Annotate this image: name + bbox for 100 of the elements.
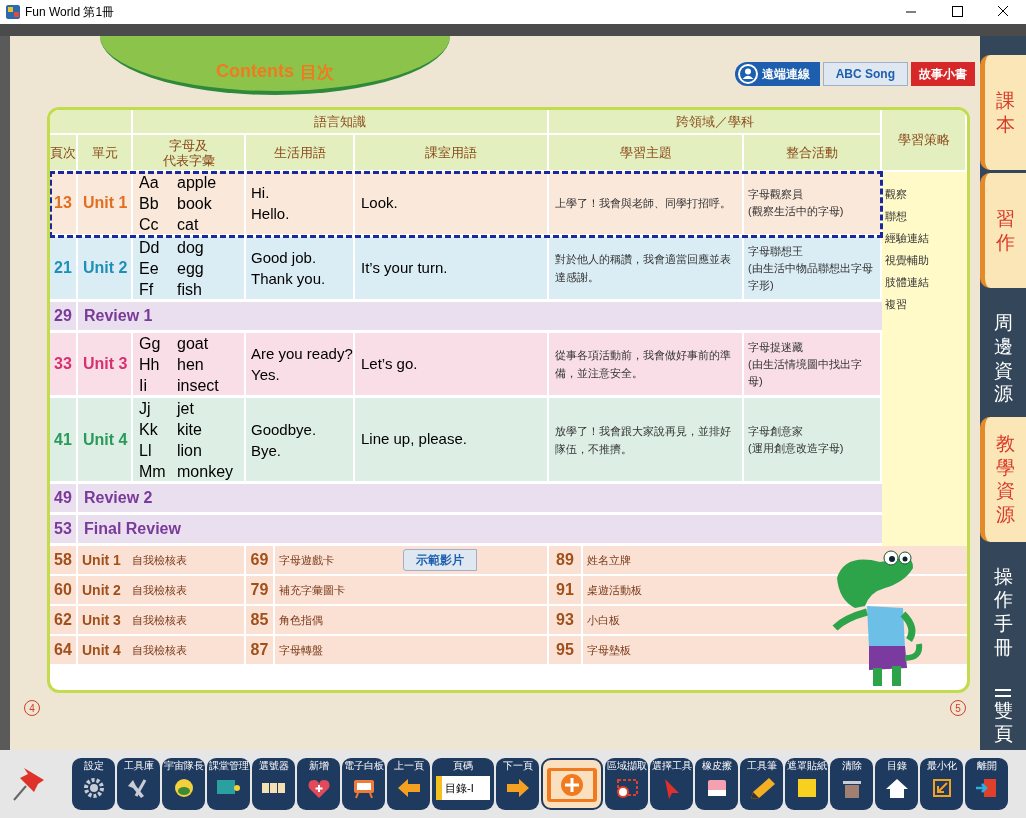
toolbar-button[interactable]: 離開 xyxy=(965,758,1008,810)
column-header: 頁次 xyxy=(50,145,76,160)
column-header: 單元 xyxy=(91,145,118,160)
toolbar-button[interactable]: 選擇工具 xyxy=(650,758,693,810)
table-cell: 對於他人的稱讚，我會適當回應並表達感謝。 xyxy=(549,237,744,299)
page-number: 85 xyxy=(246,606,275,634)
toolbar-button[interactable]: 最小化 xyxy=(920,758,963,810)
toolbar-button[interactable]: 工具庫 xyxy=(117,758,160,810)
page-number: 33 xyxy=(50,333,78,395)
column-header: 字母及 xyxy=(169,137,208,153)
page-number: 41 xyxy=(50,398,78,481)
strategy-item: 視覺輔助 xyxy=(885,253,930,268)
side-tab[interactable]: 習作 xyxy=(980,173,1026,289)
window-title: Fun World 第1冊 xyxy=(25,4,115,21)
toolbar-button[interactable]: 上一頁 xyxy=(387,758,430,810)
table-row[interactable]: 29 Review 1 xyxy=(50,302,882,333)
table-row[interactable]: 13 Unit 1 Aa Bb Cc apple book cat Hi. Hello. Look. 上學了！我會與老師、同學打招呼。 字母觀察員 (觀察生活中的字母) xyxy=(50,172,882,237)
strategy-item: 聯想 xyxy=(885,209,908,224)
page-number: 95 xyxy=(549,636,583,664)
letter-list: Dd Ee Ff xyxy=(133,236,175,300)
page-number: 87 xyxy=(246,636,275,664)
table-cell-text: 字母轉盤 xyxy=(279,642,323,658)
page-number: 62 xyxy=(50,606,78,634)
song-button[interactable]: ABC Song xyxy=(822,62,908,86)
table-row[interactable]: 53 Final Review xyxy=(50,515,882,546)
page-number: 53 xyxy=(50,515,78,543)
table-cell-text: 補充字彙圖卡 xyxy=(279,582,345,598)
side-tab[interactable]: 周邊資源 xyxy=(980,303,1026,415)
review-title: Review 2 xyxy=(83,488,153,508)
table-cell-text: 桌遊活動板 xyxy=(586,582,642,598)
toolbar-button[interactable]: 宇宙隊長 xyxy=(162,758,205,810)
column-group-header: 語言知識 xyxy=(133,110,549,135)
toolbar-button[interactable]: 選號器 xyxy=(252,758,295,810)
double-page-icon xyxy=(994,686,1012,699)
user-icon xyxy=(736,63,759,85)
column-header: 課室用語 xyxy=(425,145,477,160)
page-number: 89 xyxy=(549,546,583,574)
page-number-control[interactable]: 頁碼 目錄-I xyxy=(432,758,494,810)
toolbar-button[interactable]: 下一頁 xyxy=(496,758,539,810)
column-group-header: 跨領域／學科 xyxy=(549,110,882,135)
page-number: 13 xyxy=(50,172,78,234)
main-menu-button[interactable] xyxy=(541,758,603,810)
letter-list: Aa Bb Cc xyxy=(133,171,175,235)
column-header: 生活用語 xyxy=(273,145,326,160)
word-list: dog egg fish xyxy=(175,236,204,300)
table-cell: 自我檢核表 xyxy=(130,546,246,574)
unit-title: Unit 2 xyxy=(81,580,122,600)
app-icon xyxy=(5,4,21,20)
side-tab[interactable]: 教學資源 xyxy=(980,417,1026,542)
word-list: jet kite lion monkey xyxy=(175,397,234,482)
table-cell-text: 小白板 xyxy=(586,612,620,628)
remote-connect-button[interactable]: 遠端連線 xyxy=(734,62,820,86)
toolbar-button[interactable]: 目錄 xyxy=(875,758,918,810)
toolbar-button[interactable]: 橡皮擦 xyxy=(695,758,738,810)
unit-title: Unit 1 xyxy=(78,172,133,234)
table-cell-text: 角色指偶 xyxy=(279,612,323,628)
strategy-item: 肢體連結 xyxy=(885,275,930,290)
toolbar-button[interactable]: 電子白板 xyxy=(342,758,385,810)
review-title: Review 1 xyxy=(83,306,153,326)
table-cell: Let’s go. xyxy=(355,333,549,395)
strategy-item: 經驗連結 xyxy=(885,231,930,246)
toolbar-button[interactable]: 新增 xyxy=(297,758,340,810)
storybook-button[interactable]: 故事小書 xyxy=(911,62,975,86)
toolbar-button[interactable]: 區域擷取 xyxy=(605,758,648,810)
table-row[interactable]: 21 Unit 2 Dd Ee Ff dog egg fish Good job. Thank you. It’s your turn. 對於他人的稱讚，我會適當回應並表達感謝。 字母聯想王 (由生活中物品聯想出字母字形) xyxy=(50,237,882,302)
unit-title: Unit 1 xyxy=(81,550,122,570)
table-cell: 上學了！我會與老師、同學打招呼。 xyxy=(549,172,744,234)
table-cell: 自我檢核表 xyxy=(130,576,246,604)
page-number: 64 xyxy=(50,636,78,664)
toolbar-button[interactable]: 清除 xyxy=(830,758,873,810)
table-cell: 自我檢核表 xyxy=(130,636,246,664)
toolbar-button[interactable]: 設定 xyxy=(72,758,115,810)
table-cell: Good job. Thank you. xyxy=(246,237,355,299)
page-number: 49 xyxy=(50,484,78,512)
page-number: 29 xyxy=(50,302,78,330)
table-cell-text: 字母遊戲卡 xyxy=(279,552,334,568)
side-tab[interactable]: 操作手冊 xyxy=(980,556,1026,668)
page-number: 58 xyxy=(50,546,78,574)
column-header: 整合活動 xyxy=(786,145,838,160)
page-number: 21 xyxy=(50,237,78,299)
table-row[interactable]: 49 Review 2 xyxy=(50,484,882,515)
page-number: 91 xyxy=(549,576,583,604)
table-cell: 自我檢核表 xyxy=(130,606,246,634)
table-cell: Line up, please. xyxy=(355,398,549,481)
toolbar-button[interactable]: 工具筆 xyxy=(740,758,783,810)
page-number: 79 xyxy=(246,576,275,604)
toolbar-button[interactable]: 遮罩貼紙 xyxy=(785,758,828,810)
table-cell-text: 姓名立牌 xyxy=(586,552,631,568)
unit-title: Unit 2 xyxy=(78,237,133,299)
table-cell: Are you ready? Yes. xyxy=(246,333,355,395)
table-cell: 放學了！我會跟大家說再見，並排好隊伍，不推擠。 xyxy=(549,398,744,481)
side-tab[interactable]: 雙頁 xyxy=(980,682,1026,750)
banner-title: Contents xyxy=(216,60,294,83)
column-header: 代表字彙 xyxy=(162,152,215,168)
table-cell: Look. xyxy=(355,172,549,234)
toolbar-button[interactable]: 課堂管理 xyxy=(207,758,250,810)
side-tab[interactable]: 課本 xyxy=(980,55,1026,171)
banner-subtitle: 目次 xyxy=(300,61,334,84)
unit-title: Unit 3 xyxy=(81,610,122,630)
demo-video-button[interactable]: 示範影片 xyxy=(403,549,477,571)
